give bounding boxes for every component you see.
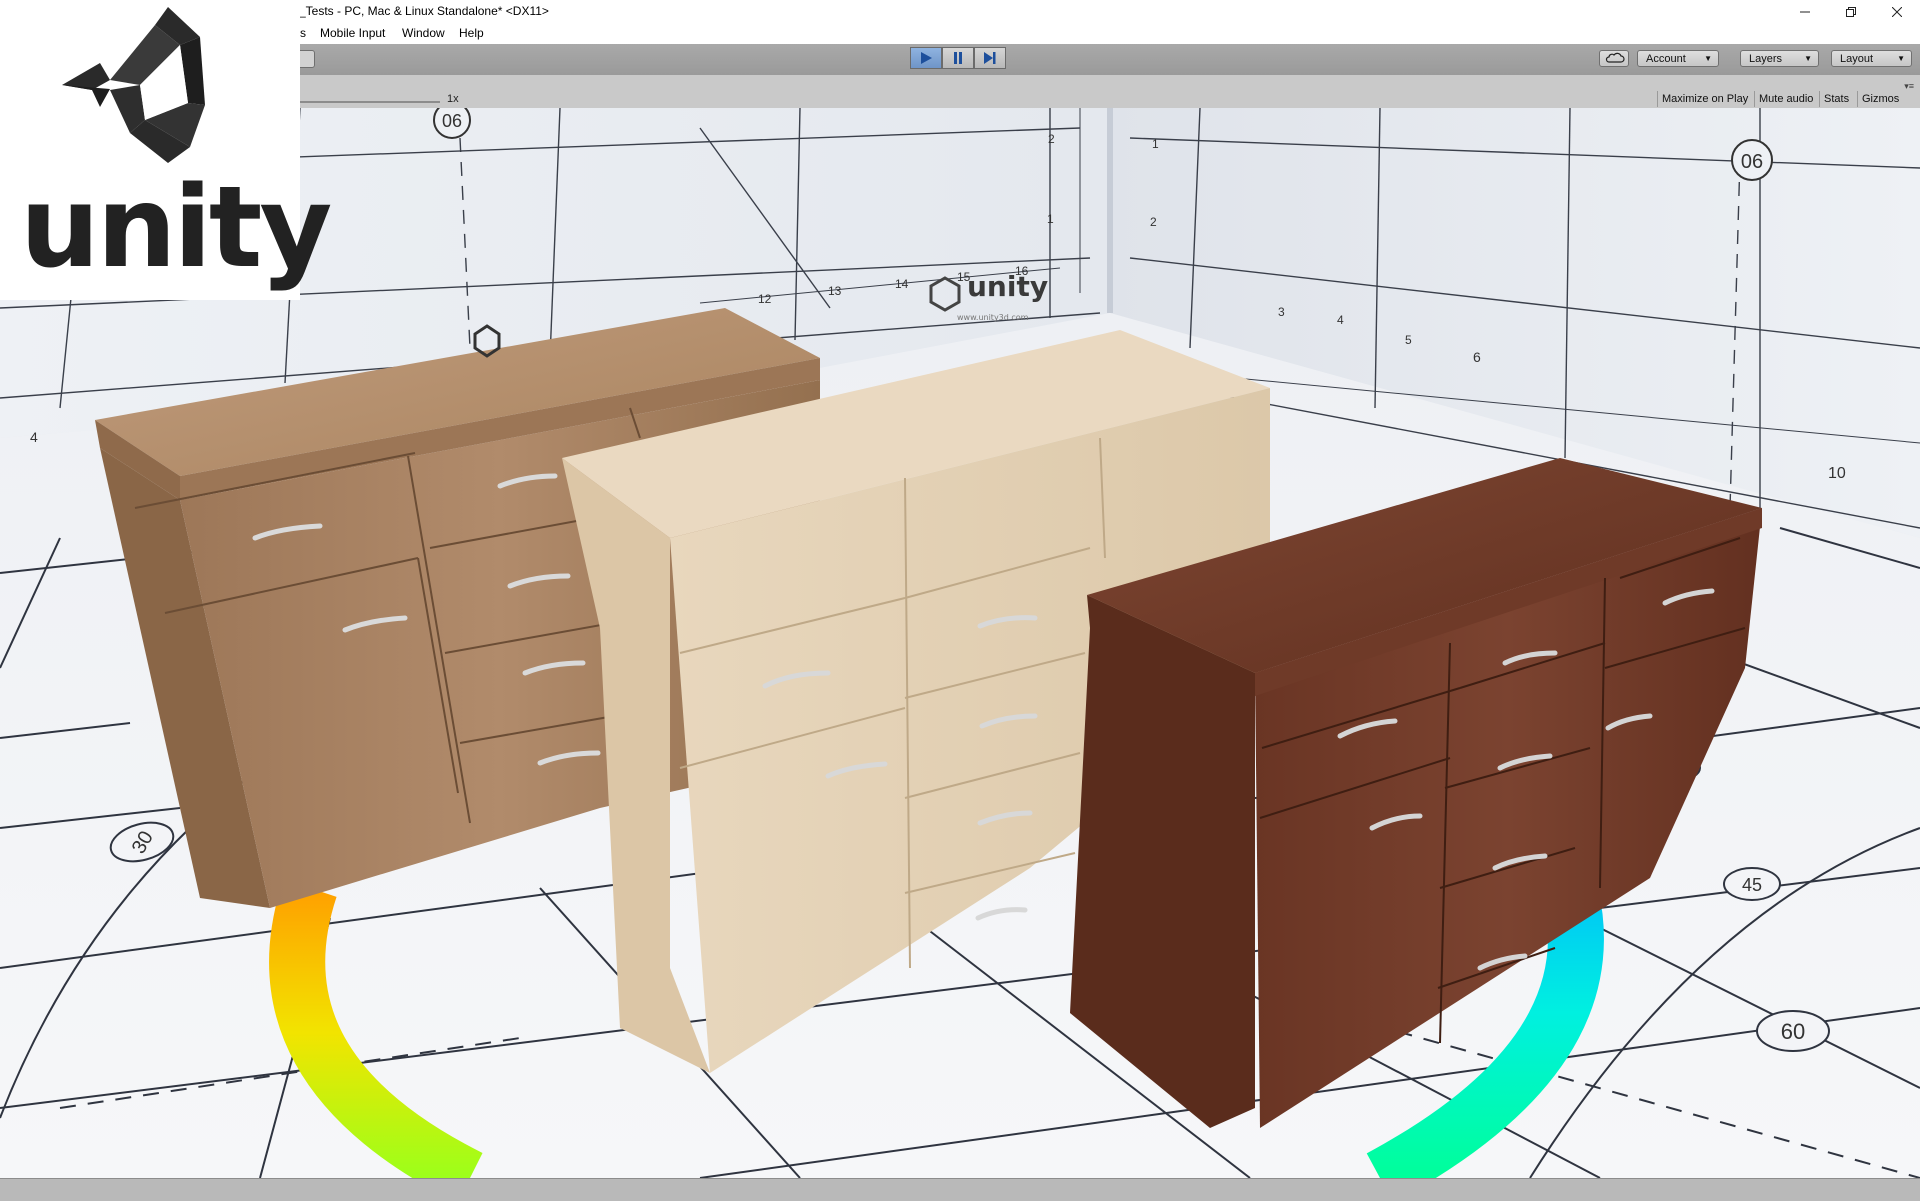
account-dropdown[interactable]: Account ▼	[1637, 50, 1719, 67]
ruler-number: 3	[1278, 305, 1285, 319]
menu-item-mobile-input[interactable]: Mobile Input	[320, 26, 385, 40]
close-icon[interactable]	[1874, 0, 1920, 24]
svg-text:45: 45	[1742, 875, 1762, 895]
play-icon[interactable]	[910, 47, 942, 69]
pause-icon[interactable]	[942, 47, 974, 69]
ruler-number: 1	[1152, 137, 1159, 151]
stats-toggle[interactable]: Stats	[1819, 91, 1853, 107]
window-title: _Tests - PC, Mac & Linux Standalone* <DX…	[299, 4, 549, 18]
floor-marker-60: 60	[1756, 1010, 1830, 1052]
menu-item-partial[interactable]: s	[300, 26, 306, 40]
layout-dropdown[interactable]: Layout ▼	[1831, 50, 1912, 67]
ruler-number: 10	[1828, 465, 1846, 482]
ruler-number: 2	[1150, 215, 1157, 229]
restore-icon[interactable]	[1828, 0, 1874, 24]
chevron-down-icon: ▼	[1897, 54, 1905, 63]
panel-menu-icon[interactable]: ▾≡	[1904, 81, 1914, 92]
svg-text:06: 06	[442, 111, 462, 131]
cloud-icon	[1605, 52, 1625, 63]
cloud-button[interactable]	[1599, 50, 1629, 67]
ruler-number: 5	[1405, 333, 1412, 347]
ruler-number: 4	[1337, 313, 1344, 327]
layers-label: Layers	[1749, 53, 1783, 65]
window-controls	[1782, 0, 1920, 24]
ruler-number: 4	[30, 429, 38, 445]
unity-wordmark: unity	[20, 163, 332, 293]
ruler-number: 14	[895, 277, 909, 291]
layout-label: Layout	[1840, 53, 1874, 65]
wall-logo-text: unity	[967, 270, 1048, 303]
ruler-number: 2	[1048, 132, 1055, 146]
floor-marker-06-right: 06	[1731, 139, 1773, 181]
menu-item-help[interactable]: Help	[459, 26, 484, 40]
svg-text:60: 60	[1781, 1019, 1805, 1044]
status-bar	[0, 1178, 1920, 1201]
svg-text:06: 06	[1741, 151, 1763, 173]
ruler-number: 6	[1473, 349, 1481, 365]
menu-item-window[interactable]: Window	[402, 26, 445, 40]
scale-label: 1x	[447, 93, 459, 105]
ruler-number: 1	[1047, 212, 1054, 226]
minimize-icon[interactable]	[1782, 0, 1828, 24]
play-controls	[910, 47, 1006, 69]
ruler-number: 12	[758, 292, 772, 306]
maximize-on-play-toggle[interactable]: Maximize on Play	[1657, 91, 1752, 107]
scale-slider[interactable]	[300, 101, 440, 103]
ruler-number: 13	[828, 284, 842, 298]
unity-logo-panel: unity	[0, 0, 332, 300]
wall-fine-print: www.unity3d.com	[957, 313, 1029, 322]
chevron-down-icon: ▼	[1704, 54, 1712, 63]
account-label: Account	[1646, 53, 1686, 65]
layers-dropdown[interactable]: Layers ▼	[1740, 50, 1819, 67]
gizmos-dropdown[interactable]: Gizmos	[1857, 91, 1903, 107]
floor-marker-06-left: 06	[433, 108, 471, 139]
unity-cube-logo-icon	[62, 7, 210, 163]
chevron-down-icon: ▼	[1804, 54, 1812, 63]
step-icon[interactable]	[974, 47, 1006, 69]
floor-marker-45: 45	[1723, 867, 1781, 901]
mute-audio-toggle[interactable]: Mute audio	[1754, 91, 1817, 107]
